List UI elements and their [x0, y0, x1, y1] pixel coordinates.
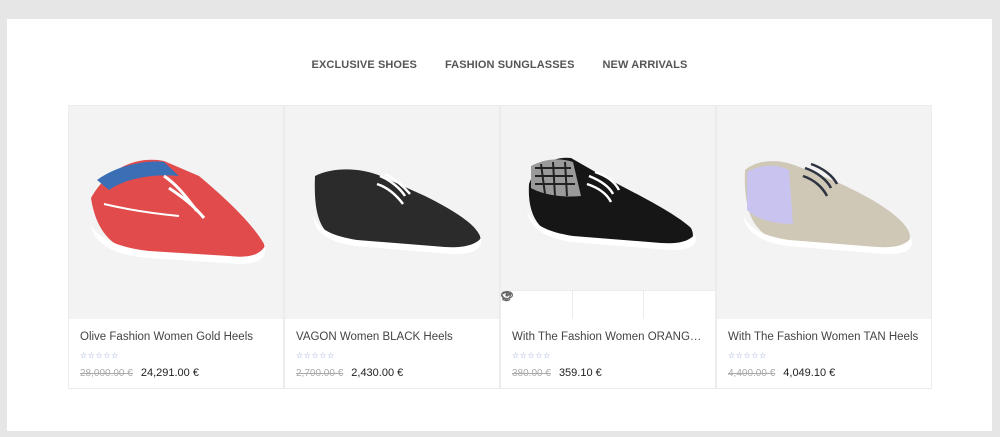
- product-image[interactable]: [285, 106, 499, 319]
- tan-lavender-sneaker-image: [743, 161, 912, 255]
- product-image[interactable]: [69, 106, 283, 319]
- tab-exclusive-shoes[interactable]: EXCLUSIVE SHOES: [312, 59, 417, 71]
- old-price: 380.00 €: [512, 368, 551, 379]
- product-card[interactable]: Olive Fashion Women Gold Heels ☆☆☆☆☆ 28,…: [68, 105, 284, 389]
- product-section: EXCLUSIVE SHOES FASHION SUNGLASSES NEW A…: [7, 19, 992, 431]
- product-title[interactable]: With The Fashion Women ORANGE Heels: [512, 331, 704, 347]
- rating-stars: ☆☆☆☆☆: [512, 351, 551, 360]
- product-card[interactable]: With The Fashion Women ORANGE Heels ☆☆☆☆…: [500, 105, 716, 389]
- red-boat-shoe-image: [91, 159, 266, 264]
- price: 2,430.00 €: [351, 367, 404, 379]
- product-title[interactable]: With The Fashion Women TAN Heels: [728, 331, 920, 347]
- product-card[interactable]: VAGON Women BLACK Heels ☆☆☆☆☆ 2,700.00 €…: [284, 105, 500, 389]
- price: 359.10 €: [558, 367, 602, 379]
- compare-button[interactable]: [502, 291, 715, 319]
- product-card[interactable]: With The Fashion Women TAN Heels ☆☆☆☆☆ 4…: [716, 105, 932, 389]
- wishlist-button[interactable]: [501, 291, 645, 319]
- product-image[interactable]: [717, 106, 931, 319]
- tab-new-arrivals[interactable]: NEW ARRIVALS: [603, 59, 688, 71]
- product-grid: Olive Fashion Women Gold Heels ☆☆☆☆☆ 28,…: [68, 105, 932, 389]
- old-price: 4,400.00 €: [728, 368, 776, 379]
- old-price: 2,700.00 €: [296, 368, 344, 379]
- rating-stars: ☆☆☆☆☆: [80, 351, 119, 360]
- tab-fashion-sunglasses[interactable]: FASHION SUNGLASSES: [445, 59, 575, 71]
- refresh-icon: [502, 291, 511, 302]
- black-canvas-shoe-image: [313, 169, 482, 255]
- black-houndstooth-sneaker-image: [527, 157, 696, 251]
- price: 24,291.00 €: [140, 367, 199, 379]
- price: 4,049.10 €: [783, 367, 836, 379]
- product-title[interactable]: Olive Fashion Women Gold Heels: [80, 331, 272, 347]
- product-image[interactable]: [501, 106, 715, 319]
- product-title[interactable]: VAGON Women BLACK Heels: [296, 331, 488, 347]
- category-tabs: EXCLUSIVE SHOES FASHION SUNGLASSES NEW A…: [7, 59, 992, 71]
- rating-stars: ☆☆☆☆☆: [728, 351, 767, 360]
- old-price: 28,000.00 €: [80, 368, 133, 379]
- product-actions: [501, 290, 715, 319]
- rating-stars: ☆☆☆☆☆: [296, 351, 335, 360]
